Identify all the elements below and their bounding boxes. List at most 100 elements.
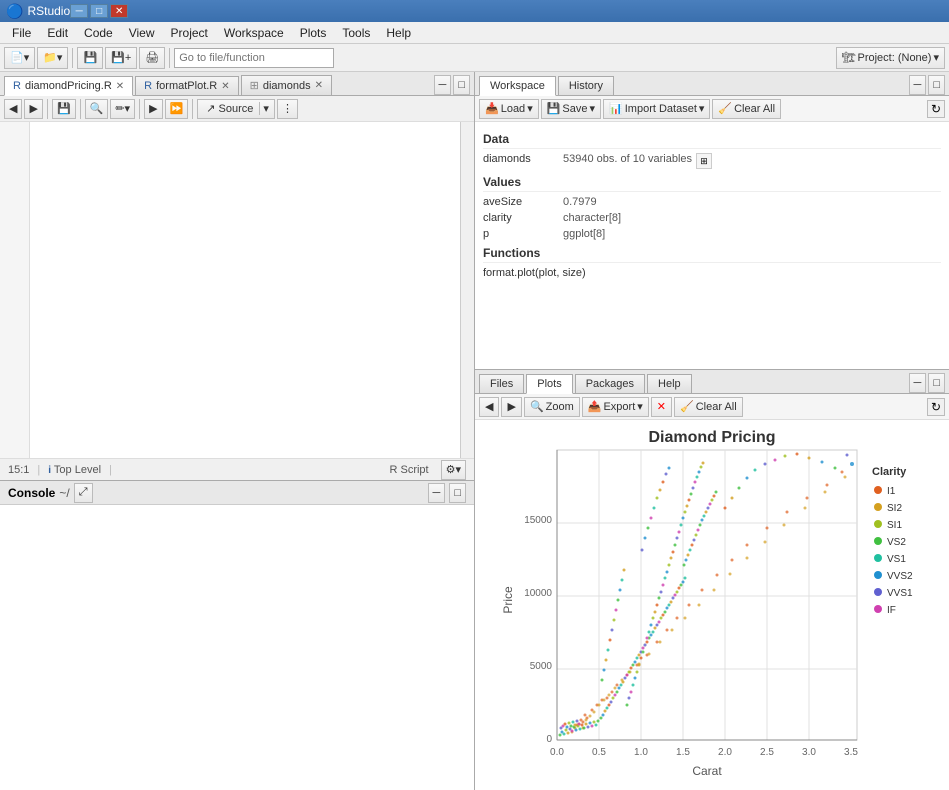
save-script-button[interactable]: 💾 (52, 99, 76, 119)
refresh-button[interactable]: ↻ (927, 100, 945, 118)
clear-icon: 🧹 (718, 102, 732, 115)
save-button[interactable]: 💾 (77, 47, 103, 69)
files-tab-bar: Files Plots Packages Help ─ □ (475, 370, 949, 394)
workspace-tab-bar: Workspace History ─ □ (475, 72, 949, 96)
ed-more-button[interactable]: ⋮ (277, 99, 298, 119)
svg-text:2.0: 2.0 (718, 747, 732, 758)
tab-packages[interactable]: Packages (575, 374, 645, 393)
left-panel: R diamondPricing.R ✕ R formatPlot.R ✕ ⊞ … (0, 72, 475, 790)
menu-project[interactable]: Project (163, 24, 216, 42)
run-button[interactable]: ▶ (144, 99, 162, 119)
save-workspace-button[interactable]: 💾 Save ▾ (541, 99, 601, 119)
clear-plots-button[interactable]: 🧹 Clear All (674, 397, 743, 417)
minimize-plots-button[interactable]: ─ (909, 373, 927, 393)
script-options-button[interactable]: ⚙▾ (441, 460, 466, 480)
menu-help[interactable]: Help (378, 24, 419, 42)
source-button[interactable]: ↗ Source ▾ (197, 99, 275, 119)
clear-plots-icon: 🧹 (680, 400, 694, 413)
tab-plots[interactable]: Plots (526, 374, 572, 394)
menu-code[interactable]: Code (76, 24, 121, 42)
minimize-console-button[interactable]: ─ (428, 483, 446, 503)
ws-clarity-row: clarity character[8] (483, 210, 941, 226)
export-button[interactable]: 📤 Export ▾ (582, 397, 649, 417)
console-content[interactable] (0, 505, 474, 790)
maximize-button[interactable]: □ (90, 4, 108, 18)
svg-text:Clarity: Clarity (872, 466, 907, 478)
svg-text:VVS1: VVS1 (887, 588, 913, 599)
print-button[interactable]: 🖨 (139, 47, 165, 69)
import-dataset-button[interactable]: 📊 Import Dataset ▾ (603, 99, 710, 119)
svg-text:SI1: SI1 (887, 520, 902, 531)
titlebar-title: RStudio (27, 4, 70, 18)
menu-view[interactable]: View (121, 24, 163, 42)
import-icon: 📊 (609, 102, 623, 115)
minimize-editor-button[interactable]: ─ (434, 75, 452, 95)
toolbar-separator-1 (72, 48, 73, 68)
titlebar: 🔵 RStudio ─ □ ✕ (0, 0, 949, 22)
tab-workspace[interactable]: Workspace (479, 76, 556, 96)
menubar: File Edit Code View Project Workspace Pl… (0, 22, 949, 44)
close-tab-3[interactable]: ✕ (315, 80, 323, 91)
maximize-workspace-button[interactable]: □ (928, 75, 945, 95)
menu-tools[interactable]: Tools (334, 24, 378, 42)
diamond-pricing-plot: Diamond Pricing (497, 420, 927, 790)
code-tools-button[interactable]: ✏▾ (110, 99, 135, 119)
clear-all-button[interactable]: 🧹 Clear All (712, 99, 781, 119)
svg-text:1.0: 1.0 (634, 747, 648, 758)
close-button[interactable]: ✕ (110, 4, 128, 18)
open-file-button[interactable]: 📁▾ (37, 47, 68, 69)
maximize-editor-button[interactable]: □ (453, 75, 470, 95)
code-editor (0, 122, 474, 458)
save-all-button[interactable]: 💾+ (105, 47, 137, 69)
back-button[interactable]: ◀ (4, 99, 22, 119)
close-tab-2[interactable]: ✕ (221, 81, 229, 92)
tab-diamond-pricing[interactable]: R diamondPricing.R ✕ (4, 76, 133, 96)
next-plot-button[interactable]: ▶ (501, 397, 521, 417)
ws-functions-section: Functions (483, 246, 941, 263)
menu-workspace[interactable]: Workspace (216, 24, 292, 42)
editor-scrollbar[interactable] (460, 122, 474, 458)
svg-text:VS1: VS1 (887, 554, 906, 565)
tab-format-plot[interactable]: R formatPlot.R ✕ (135, 76, 238, 95)
ed-sep-4 (192, 99, 193, 119)
menu-edit[interactable]: Edit (39, 24, 76, 42)
plots-toolbar: ◀ ▶ 🔍 Zoom 📤 Export ▾ ✕ 🧹 Clear All (475, 394, 949, 420)
right-panel: Workspace History ─ □ 📥 Load ▾ 💾 Save ▾ (475, 72, 949, 790)
console-expand-button[interactable]: ⤢ (74, 483, 93, 503)
code-content[interactable] (30, 122, 460, 458)
svg-text:3.0: 3.0 (802, 747, 816, 758)
console-header: Console ~/ ⤢ ─ □ (0, 481, 474, 505)
refresh-plots-button[interactable]: ↻ (927, 398, 945, 416)
goto-input[interactable] (174, 48, 334, 68)
import-dropdown: ▾ (699, 102, 705, 115)
diamonds-grid-button[interactable]: ⊞ (696, 153, 712, 169)
new-file-button[interactable]: 📄▾ (4, 47, 35, 69)
load-button[interactable]: 📥 Load ▾ (479, 99, 539, 119)
find-button[interactable]: 🔍 (85, 99, 109, 119)
zoom-button[interactable]: 🔍 Zoom (524, 397, 580, 417)
maximize-console-button[interactable]: □ (449, 483, 466, 503)
ed-sep-1 (47, 99, 48, 119)
project-button[interactable]: 🏗 Project: (None) ▾ (836, 47, 945, 69)
menu-file[interactable]: File (4, 24, 39, 42)
tab-history[interactable]: History (558, 76, 614, 95)
toolbar-separator-2 (169, 48, 170, 68)
ws-diamonds-row: diamonds 53940 obs. of 10 variables ⊞ (483, 151, 941, 171)
ws-values-section: Values (483, 175, 941, 192)
tab-files[interactable]: Files (479, 374, 524, 393)
maximize-plots-button[interactable]: □ (928, 373, 945, 393)
project-dropdown-icon: ▾ (933, 51, 939, 64)
tab-help[interactable]: Help (647, 374, 692, 393)
r-file-icon: R (13, 80, 21, 92)
remove-plot-button[interactable]: ✕ (651, 397, 672, 417)
files-area: Files Plots Packages Help ─ □ ◀ ▶ 🔍 Zoom… (475, 370, 949, 790)
console-path: ~/ (59, 486, 69, 500)
menu-plots[interactable]: Plots (292, 24, 335, 42)
prev-plot-button[interactable]: ◀ (479, 397, 499, 417)
close-tab-1[interactable]: ✕ (116, 81, 124, 92)
tab-diamonds[interactable]: ⊞ diamonds ✕ (241, 75, 332, 95)
minimize-button[interactable]: ─ (70, 4, 88, 18)
run-to-button[interactable]: ⏩ (165, 99, 189, 119)
minimize-workspace-button[interactable]: ─ (909, 75, 927, 95)
forward-button[interactable]: ▶ (24, 99, 42, 119)
